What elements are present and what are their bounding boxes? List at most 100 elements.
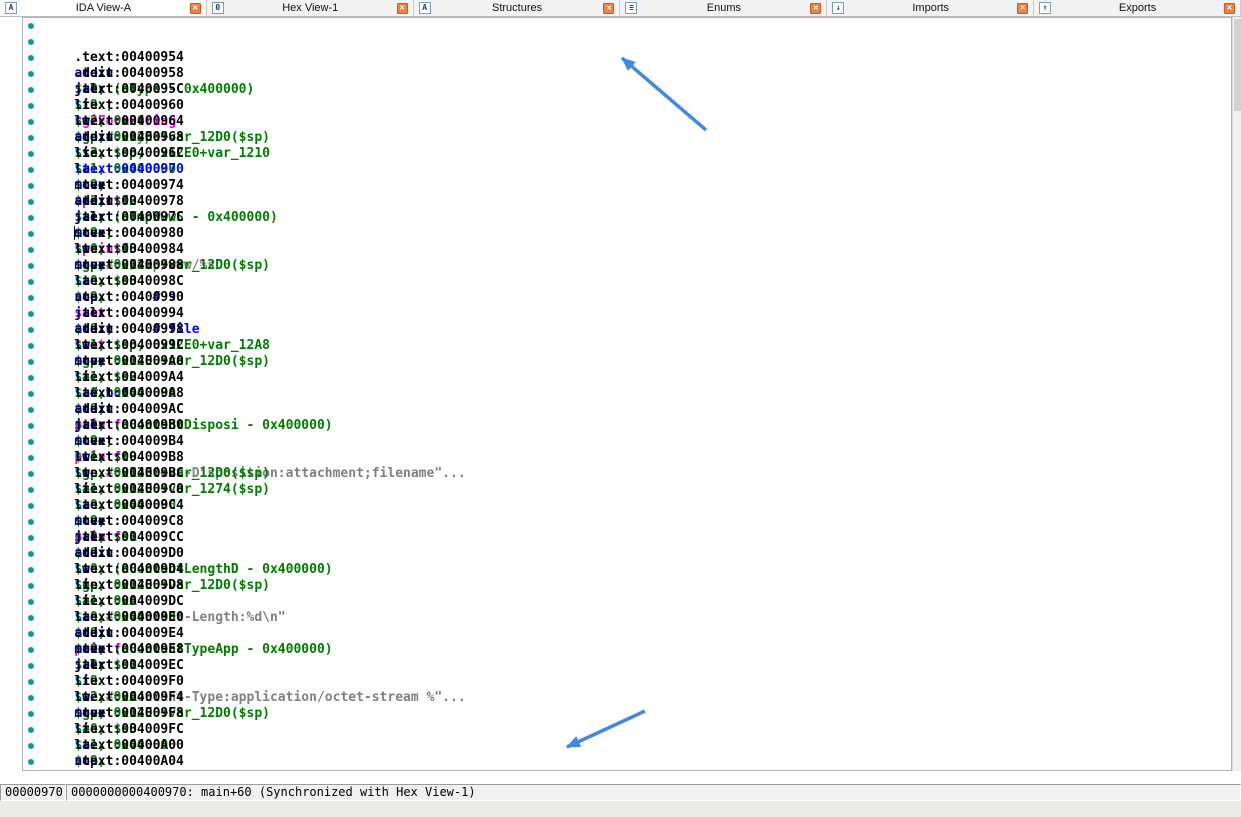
tab-enums[interactable]: ≡ Enums ✕: [620, 0, 827, 16]
line-marker-dot: [28, 343, 34, 349]
line-marker-dot: [28, 327, 34, 333]
asm-line[interactable]: .text:00400A00 nop: [23, 706, 1231, 722]
tab-label: IDA View-A: [23, 1, 184, 16]
asm-line[interactable]: .text:004009C8 jalr $t9: [23, 482, 1231, 498]
line-marker-dot: [28, 279, 34, 285]
line-marker-dot: [28, 199, 34, 205]
line-marker-dot: [28, 583, 34, 589]
line-marker-dot: [28, 487, 34, 493]
ida-view-icon: A: [5, 2, 17, 14]
asm-line[interactable]: .text:004009C0 la $t9, printf: [23, 450, 1231, 466]
hex-view-icon: 0: [212, 2, 224, 14]
tab-ida-view-a[interactable]: A IDA View-A ✕: [0, 0, 207, 16]
tab-label: Enums: [643, 1, 804, 16]
line-marker-dot: [28, 151, 34, 157]
line-marker-dot: [28, 631, 34, 637]
tab-close-button[interactable]: ✕: [397, 3, 408, 14]
line-marker-dot: [28, 263, 34, 269]
line-marker-dot: [28, 407, 34, 413]
line-marker-dot: [28, 615, 34, 621]
asm-line[interactable]: .text:0040099C move $a1, $s2: [23, 306, 1231, 322]
asm-line[interactable]: .text:004009A8 addiu $a0, (aContentDispo…: [23, 354, 1231, 370]
asm-line[interactable]: .text:004009F0 lw $gp, 0x12E0+var_12D0($…: [23, 642, 1231, 658]
tab-close-button[interactable]: ✕: [603, 3, 614, 14]
function-ref[interactable]: fopen: [74, 770, 113, 771]
asm-line[interactable]: .text:00400998 lw $gp, 0x12E0+var_12D0($…: [23, 290, 1231, 306]
comment: # filename: [74, 770, 231, 771]
asm-line[interactable]: .text:0040095C li $a2, 0x20: [23, 50, 1231, 66]
line-marker-dot: [28, 663, 34, 669]
asm-line[interactable]: .text:0040097C move $a0, $s3 # s: [23, 178, 1231, 194]
asm-line[interactable]: .text:004009A0 li $a0, 0x400000: [23, 322, 1231, 338]
line-marker-dot: [28, 295, 34, 301]
vertical-scrollbar[interactable]: [1232, 17, 1241, 771]
asm-line[interactable]: .text:00400A04 jalr $t9 ; fopen: [23, 722, 1231, 738]
tab-imports[interactable]: ↓ Imports ✕: [827, 0, 1034, 16]
asm-line[interactable]: .text:004009B0 move $s1, $t9: [23, 386, 1231, 402]
asm-line[interactable]: .text:004009E8 jalr $t9: [23, 610, 1231, 626]
line-marker-dot: [28, 535, 34, 541]
line-marker-dot: [28, 167, 34, 173]
tab-hex-view-1[interactable]: 0 Hex View-1 ✕: [207, 0, 414, 16]
tab-close-button[interactable]: ✕: [1017, 3, 1028, 14]
tab-close-button[interactable]: ✕: [810, 3, 821, 14]
asm-line[interactable]: .text:00400980 lw $gp, 0x12E0+var_12D0($…: [23, 194, 1231, 210]
asm-line[interactable]: .text:00400958 jalr $t9 ; cgiFormString: [23, 34, 1231, 50]
line-marker-dot: [28, 39, 34, 45]
asm-line[interactable]: .text:004009F8 li $a1, 0x400000: [23, 674, 1231, 690]
asm-line[interactable]: .text:004009D8 li $a0, 0x400000: [23, 546, 1231, 562]
asm-line[interactable]: .text:004009C4 move $t9, $s1: [23, 466, 1231, 482]
statusbar-location: 0000000000400970: main+60 (Synchronized …: [66, 784, 1241, 801]
asm-line[interactable]: .text:004009EC li $a2, 0xA: [23, 626, 1231, 642]
asm-line[interactable]: .text:00400990 jalr $t9 ; stat: [23, 258, 1231, 274]
tab-structures[interactable]: A Structures ✕: [414, 0, 621, 16]
asm-line[interactable]: .text:004009CC addiu $a0, (aContentLengt…: [23, 498, 1231, 514]
asm-line[interactable]: .text:00400A0C lw $gp, 0x12E0+var_12D0($…: [23, 754, 1231, 770]
asm-line[interactable]: .text:00400984 move $a0, $s3 # file: [23, 210, 1231, 226]
asm-line[interactable]: .text:0040096C la $t9, sprintf: [23, 114, 1231, 130]
tab-label: Imports: [850, 1, 1011, 16]
asm-line[interactable]: .text:00400974 addiu $a1, (aTmpWwwS - 0x…: [23, 146, 1231, 162]
asm-line[interactable]: .text:004009F4 move $a0, $s3 # filename: [23, 658, 1231, 674]
imports-icon: ↓: [832, 2, 844, 14]
asm-line[interactable]: .text:004009DC la $t9, printf: [23, 562, 1231, 578]
asm-line[interactable]: .text:00400A08 addiu $a1, (aR - 0x400000…: [23, 738, 1231, 754]
asm-line[interactable]: .text:004009BC li $a0, 0x400000: [23, 434, 1231, 450]
scrollbar-thumb[interactable]: [1234, 19, 1241, 111]
asm-line[interactable]: .text:004009D0 lw $gp, 0x12E0+var_12D0($…: [23, 514, 1231, 530]
asm-line[interactable]: .text:004009D4 li $a1, 0xA: [23, 530, 1231, 546]
asm-line[interactable]: .text:00400994 addiu $a1, $sp, 0x12E0+va…: [23, 274, 1231, 290]
asm-line[interactable]: .text:00400968 li $a1, 0x400000: [23, 98, 1231, 114]
asm-line[interactable]: .text:00400960 lw $gp, 0x12E0+var_12D0($…: [23, 66, 1231, 82]
line-marker-dot: [28, 423, 34, 429]
disassembly-view[interactable]: .text:00400954 addiu $a0, (aType - 0x400…: [22, 17, 1232, 771]
line-marker-dot: [28, 455, 34, 461]
structures-icon: A: [419, 2, 431, 14]
asm-line[interactable]: .text:004009E0 addiu $a0, (aContentTypeA…: [23, 578, 1231, 594]
asm-line[interactable]: .text:0040098C nop: [23, 242, 1231, 258]
enums-icon: ≡: [625, 2, 637, 14]
asm-line[interactable]: .text:004009FC la $t9, fopen: [23, 690, 1231, 706]
asm-line[interactable]: .text:004009E4 move $t9, $s1: [23, 594, 1231, 610]
asm-line[interactable]: .text:00400978 jalr $t9 ; sprintf: [23, 162, 1231, 178]
statusbar-offset: 00000970: [0, 784, 66, 801]
line-marker-dot: [28, 695, 34, 701]
tab-close-button[interactable]: ✕: [1224, 3, 1235, 14]
asm-line[interactable]: .text:004009B4 lw $gp, 0x12E0+var_12D0($…: [23, 402, 1231, 418]
asm-line[interactable]: .text:00400954 addiu $a0, (aType - 0x400…: [23, 18, 1231, 34]
status-bar: 00000970 0000000000400970: main+60 (Sync…: [0, 784, 1241, 801]
tab-exports[interactable]: ↑ Exports ✕: [1034, 0, 1241, 16]
line-marker-dot: [28, 135, 34, 141]
line-marker-dot: [28, 391, 34, 397]
asm-line[interactable]: .text:00400964 addiu $s3, $sp, 0x12E0+va…: [23, 82, 1231, 98]
tab-close-button[interactable]: ✕: [190, 3, 201, 14]
line-marker-dot: [28, 119, 34, 125]
asm-line[interactable]: .text:00400970 move $a2, $s2: [23, 130, 1231, 146]
line-marker-dot: [28, 519, 34, 525]
asm-line[interactable]: .text:004009A4 la $t9, printf: [23, 338, 1231, 354]
asm-line[interactable]: .text:004009AC jalr $t9 ; printf: [23, 370, 1231, 386]
asm-line[interactable]: .text:004009B8 lw $a1, 0x12E0+var_1274($…: [23, 418, 1231, 434]
line-marker-dot: [28, 567, 34, 573]
mnemonic: jalr: [74, 770, 129, 771]
asm-line[interactable]: .text:00400988 la $t9, stat: [23, 226, 1231, 242]
